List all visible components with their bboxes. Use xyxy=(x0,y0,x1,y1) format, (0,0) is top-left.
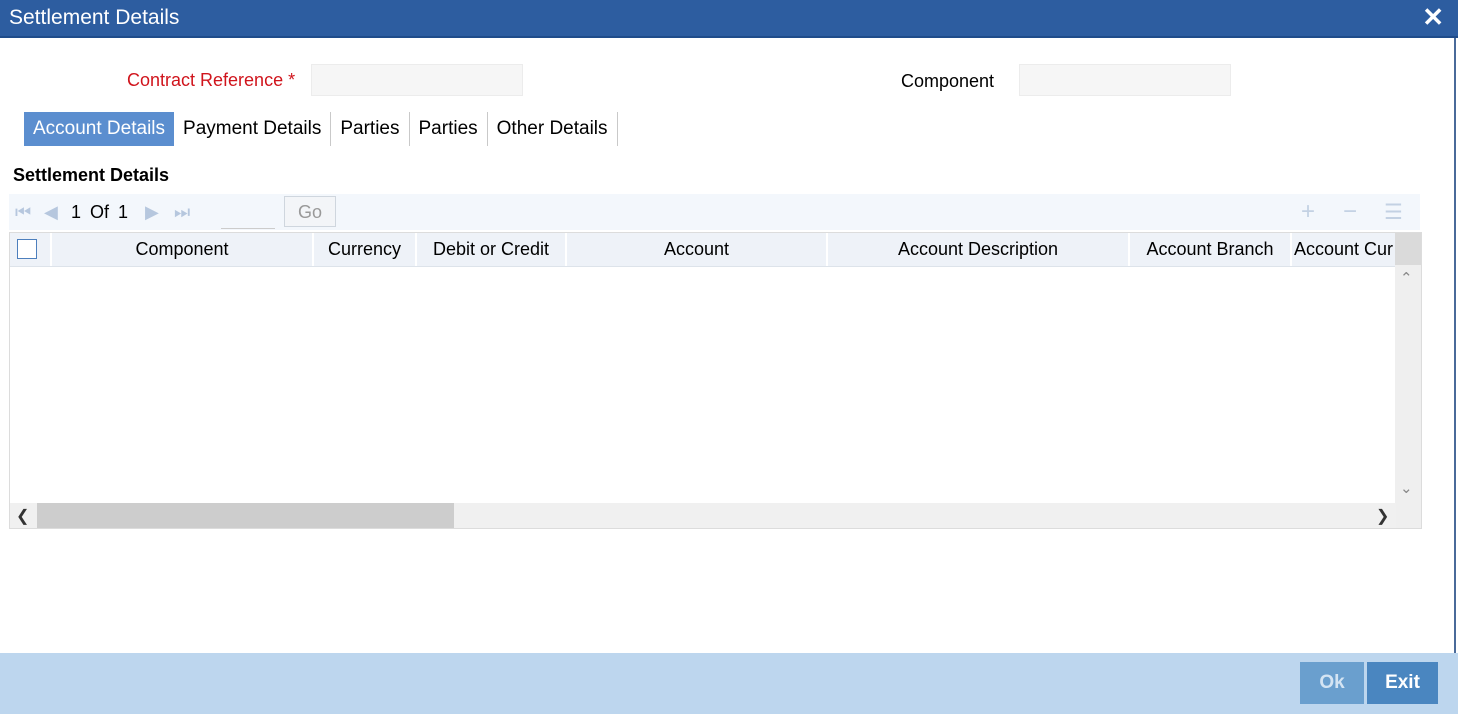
tab-bar: Account Details Payment Details Parties … xyxy=(24,112,618,148)
column-header-component[interactable]: Component xyxy=(52,233,314,266)
vertical-scrollbar-header xyxy=(1395,233,1421,265)
horizontal-scrollbar[interactable]: ❮ ❯ xyxy=(10,503,1396,528)
title-bar: Settlement Details ✕ xyxy=(0,0,1458,38)
select-all-checkbox[interactable] xyxy=(17,239,37,259)
scroll-right-icon[interactable]: ❯ xyxy=(1376,506,1389,526)
tab-parties[interactable]: Parties xyxy=(331,112,410,146)
contract-reference-input[interactable] xyxy=(311,64,523,96)
first-page-icon[interactable]: ⏮ xyxy=(15,202,31,223)
required-marker: * xyxy=(288,70,296,90)
column-header-account-branch[interactable]: Account Branch xyxy=(1130,233,1292,266)
add-row-icon[interactable]: + xyxy=(1301,198,1315,226)
settlement-grid: Component Currency Debit or Credit Accou… xyxy=(9,232,1422,529)
column-header-account-description[interactable]: Account Description xyxy=(828,233,1130,266)
component-input[interactable] xyxy=(1019,64,1231,96)
window-title: Settlement Details xyxy=(9,6,180,29)
next-page-icon[interactable]: ▶ xyxy=(145,202,159,223)
scroll-left-icon[interactable]: ❮ xyxy=(16,506,29,526)
component-label: Component xyxy=(901,71,995,91)
exit-button[interactable]: Exit xyxy=(1367,662,1438,704)
scroll-down-icon[interactable]: ⌄ xyxy=(1400,479,1413,497)
column-header-currency[interactable]: Currency xyxy=(314,233,417,266)
go-button[interactable]: Go xyxy=(284,196,336,227)
scroll-up-icon[interactable]: ⌃ xyxy=(1400,269,1413,287)
vertical-scrollbar[interactable]: ⌃ ⌄ xyxy=(1395,233,1421,528)
footer-bar: Ok Exit xyxy=(0,653,1458,714)
tab-payment-details[interactable]: Payment Details xyxy=(174,112,332,146)
total-pages: 1 xyxy=(118,202,129,222)
select-all-cell xyxy=(10,233,52,266)
contract-reference-label-text: Contract Reference xyxy=(127,70,284,90)
of-label: Of xyxy=(90,202,110,222)
horizontal-scrollbar-thumb[interactable] xyxy=(37,503,454,528)
grid-header: Component Currency Debit or Credit Accou… xyxy=(10,233,1396,267)
contract-reference-label: Contract Reference * xyxy=(127,70,295,91)
column-header-account-currency[interactable]: Account Cur xyxy=(1292,233,1396,266)
column-header-account[interactable]: Account xyxy=(567,233,828,266)
tab-account-details[interactable]: Account Details xyxy=(24,112,175,146)
section-title: Settlement Details xyxy=(13,165,170,185)
ok-button[interactable]: Ok xyxy=(1300,662,1364,704)
tab-other-details[interactable]: Other Details xyxy=(488,112,618,146)
last-page-icon[interactable]: ⏭ xyxy=(174,202,190,223)
single-record-view-icon[interactable]: ☰ xyxy=(1384,200,1403,225)
tab-parties-2[interactable]: Parties xyxy=(410,112,488,146)
previous-page-icon[interactable]: ◀ xyxy=(44,202,58,223)
close-icon[interactable]: ✕ xyxy=(1422,4,1444,30)
current-page: 1 xyxy=(71,202,82,222)
grid-toolbar: ⏮ ◀ 1 Of 1 ▶ ⏭ Go + − ☰ xyxy=(9,194,1420,230)
column-header-debit-or-credit[interactable]: Debit or Credit xyxy=(417,233,567,266)
page-number-input[interactable] xyxy=(221,198,275,229)
delete-row-icon[interactable]: − xyxy=(1343,198,1357,226)
